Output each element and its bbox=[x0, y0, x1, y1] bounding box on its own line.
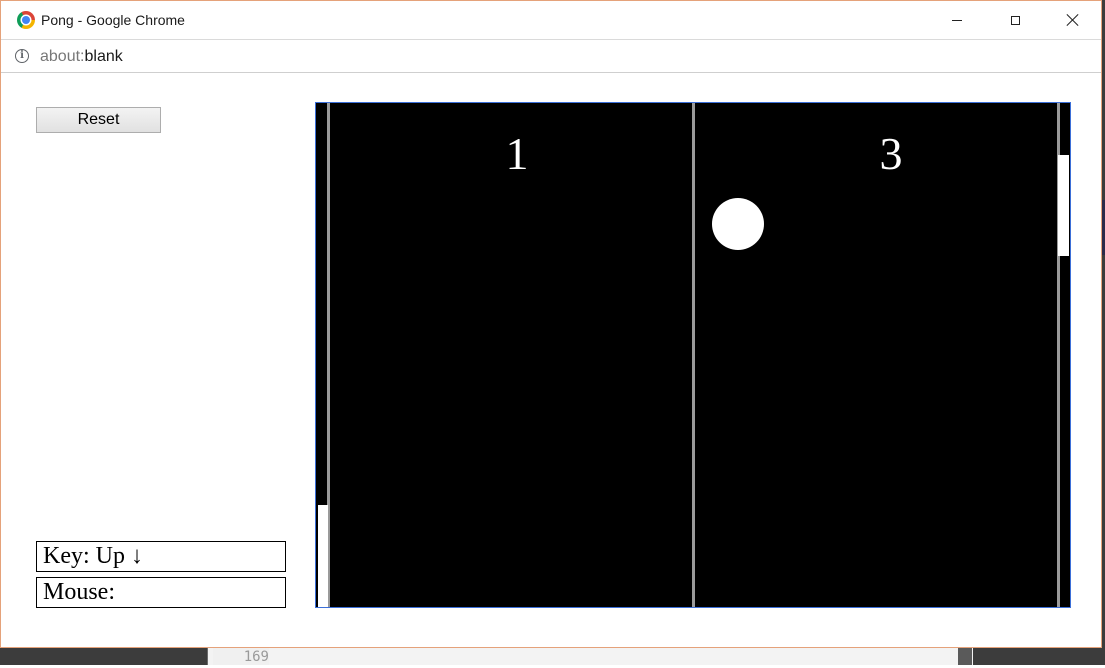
close-icon bbox=[1067, 14, 1079, 26]
minimize-icon bbox=[952, 19, 962, 21]
info-icon[interactable]: i bbox=[15, 49, 29, 63]
pong-field: 1 3 bbox=[316, 103, 1070, 607]
right-paddle[interactable] bbox=[1058, 155, 1069, 256]
pong-canvas[interactable]: 1 3 bbox=[315, 102, 1071, 608]
chrome-icon bbox=[17, 11, 35, 29]
maximize-icon bbox=[1010, 15, 1020, 25]
address-bar[interactable]: i about:blank bbox=[1, 39, 1101, 73]
title-bar[interactable]: Pong - Google Chrome bbox=[1, 1, 1101, 39]
maximize-button[interactable] bbox=[986, 1, 1044, 39]
center-net bbox=[692, 103, 695, 607]
left-paddle bbox=[318, 505, 328, 607]
ball bbox=[712, 198, 764, 250]
mouse-status-box: Mouse: bbox=[36, 577, 286, 608]
page-content: Reset Key: Up ↓ Mouse: 1 3 bbox=[1, 73, 1101, 647]
minimize-button[interactable] bbox=[928, 1, 986, 39]
right-score: 3 bbox=[880, 128, 903, 179]
editor-line-number: 169 bbox=[213, 646, 269, 665]
url-scheme: about: bbox=[40, 48, 85, 65]
key-status-box: Key: Up ↓ bbox=[36, 541, 286, 572]
url-text[interactable]: about:blank bbox=[40, 47, 123, 67]
reset-button[interactable]: Reset bbox=[36, 107, 161, 133]
browser-window: Pong - Google Chrome i about:blank Reset… bbox=[0, 0, 1102, 648]
url-path: blank bbox=[84, 48, 123, 65]
window-title: Pong - Google Chrome bbox=[41, 12, 185, 28]
close-button[interactable] bbox=[1044, 1, 1102, 39]
left-score: 1 bbox=[506, 128, 529, 179]
